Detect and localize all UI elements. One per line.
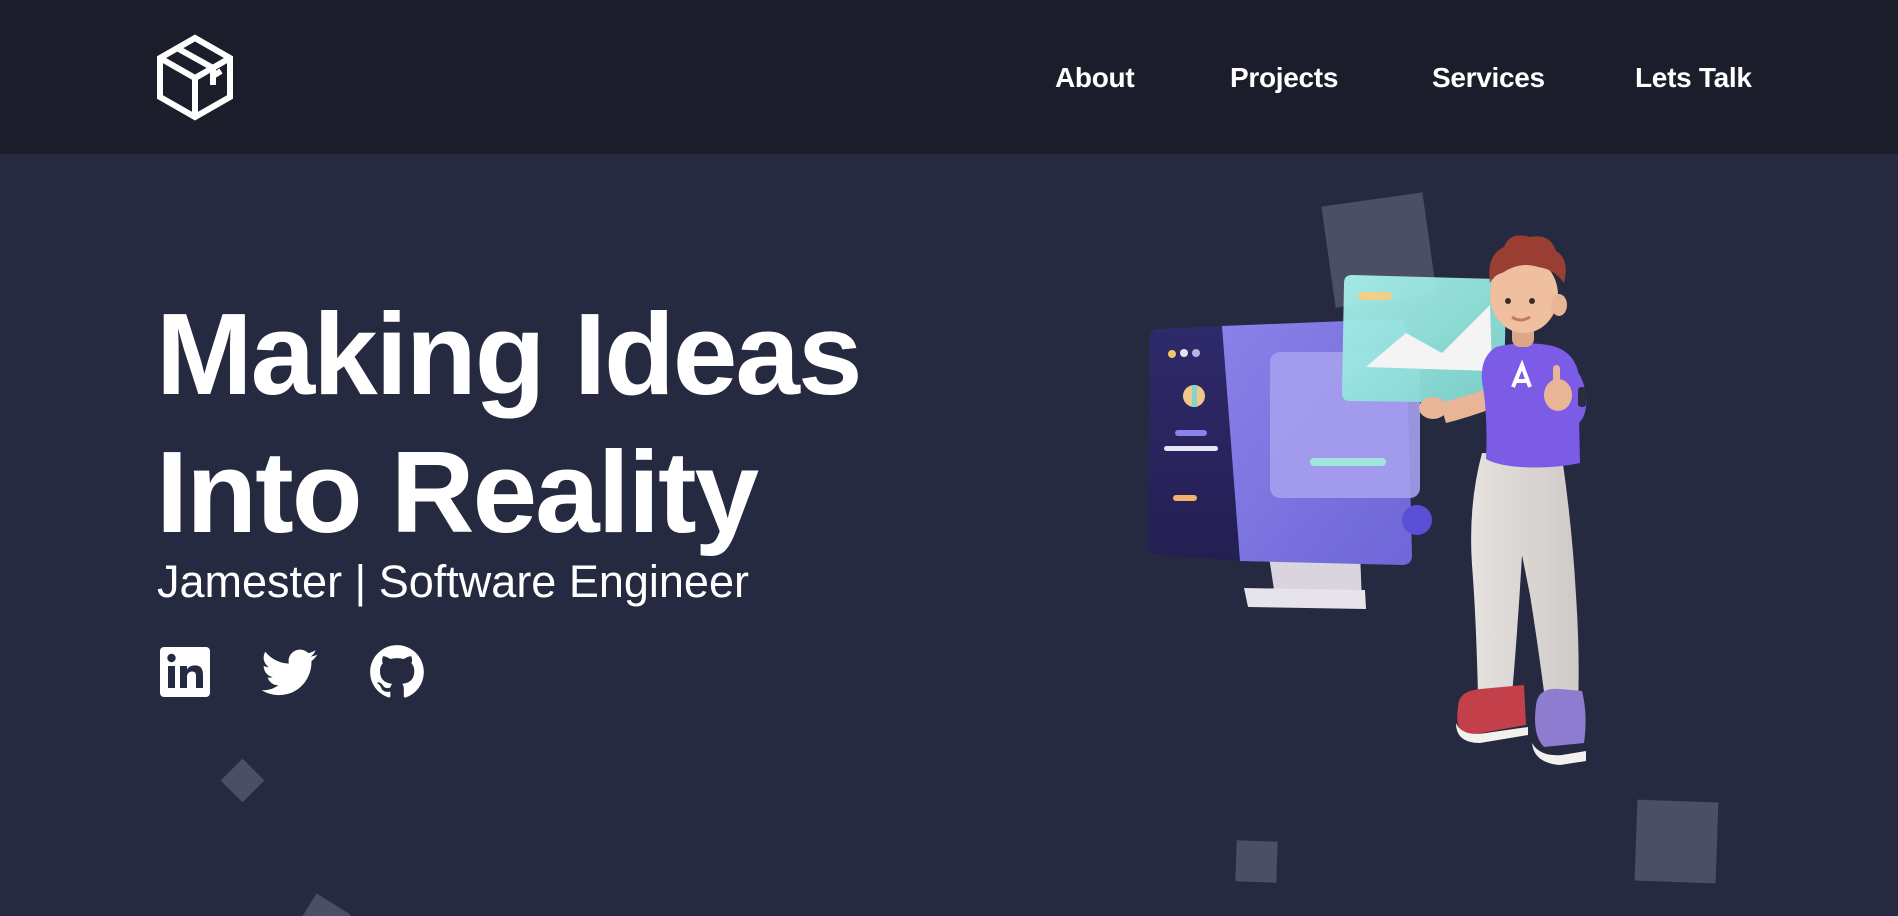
- github-link[interactable]: [369, 644, 425, 700]
- nav-about-link[interactable]: About: [1055, 58, 1135, 98]
- home-logo-link[interactable]: [155, 33, 235, 121]
- twitter-icon: [261, 649, 318, 696]
- headline-line-1: Making Ideas: [156, 289, 862, 419]
- page: About Projects Services Lets Talk Making…: [0, 0, 1898, 916]
- decor-square: [1634, 799, 1719, 884]
- github-icon: [370, 645, 424, 698]
- nav-projects-link[interactable]: Projects: [1230, 58, 1338, 98]
- cube-letter-logo-icon: [157, 34, 233, 121]
- decor-square: [1235, 840, 1278, 883]
- developer-with-monitor-illustration: [1148, 235, 1587, 765]
- linkedin-link[interactable]: [157, 644, 213, 700]
- top-navbar: About Projects Services Lets Talk: [0, 0, 1898, 154]
- decor-square: [220, 758, 265, 803]
- twitter-link[interactable]: [261, 644, 318, 700]
- hero-headline: Making Ideas Into Reality: [156, 285, 862, 561]
- hero-subtitle: Jamester | Software Engineer: [157, 556, 749, 607]
- headline-line-2: Into Reality: [156, 427, 759, 557]
- nav-lets-talk-link[interactable]: Lets Talk: [1635, 58, 1752, 98]
- nav-services-link[interactable]: Services: [1432, 58, 1545, 98]
- linkedin-icon: [160, 647, 210, 697]
- decor-square: [295, 893, 351, 916]
